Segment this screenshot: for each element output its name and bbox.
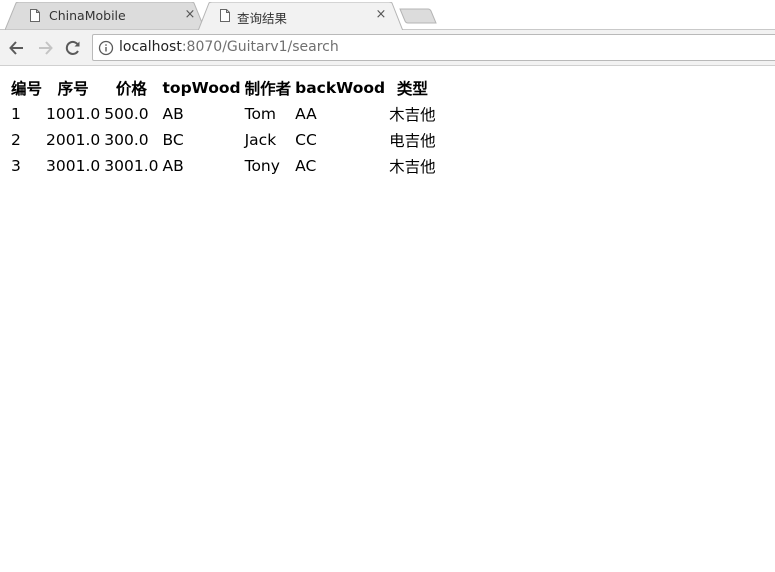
address-bar[interactable]: localhost:8070/Guitarv1/search <box>92 34 775 61</box>
page-content: 编号 序号 价格 topWood 制作者 backWood 类型 1 1001.… <box>0 66 439 180</box>
reload-icon[interactable] <box>63 38 83 58</box>
header-price: 价格 <box>115 80 147 98</box>
results-table: 编号 序号 价格 topWood 制作者 backWood 类型 1 1001.… <box>8 74 439 180</box>
tab-chinamobile[interactable]: ChinaMobile × <box>5 2 205 30</box>
cell-type: 木吉他 <box>389 106 436 124</box>
cell-serial: 2001.0 <box>46 131 101 149</box>
header-topwood: topWood <box>162 79 241 97</box>
cell-serial: 3001.0 <box>46 157 101 175</box>
cell-topwood: AB <box>162 157 184 175</box>
cell-builder: Jack <box>244 131 277 149</box>
cell-builder: Tom <box>244 105 277 123</box>
tab-title: 查询结果 <box>237 11 288 26</box>
tab-title: ChinaMobile <box>49 8 126 23</box>
close-icon[interactable]: × <box>183 8 197 22</box>
table-row: 3 3001.0 3001.0 AB Tony AC 木吉他 <box>10 154 437 178</box>
cell-price: 300.0 <box>104 131 149 149</box>
header-builder: 制作者 <box>244 80 292 98</box>
url-text[interactable]: localhost:8070/Guitarv1/search <box>119 39 339 55</box>
cell-builder: Tony <box>244 157 280 175</box>
document-icon <box>220 9 230 22</box>
header-serial: 序号 <box>57 80 89 98</box>
info-icon[interactable] <box>98 40 114 56</box>
cell-topwood: AB <box>162 105 184 123</box>
cell-backwood: AA <box>295 105 317 123</box>
cell-type: 电吉他 <box>389 132 436 150</box>
new-tab-button[interactable] <box>399 8 439 24</box>
header-id: 编号 <box>11 80 43 98</box>
cell-id: 2 <box>11 131 21 149</box>
cell-topwood: BC <box>162 131 184 149</box>
close-icon[interactable]: × <box>374 8 388 22</box>
tab-search-results[interactable]: 查询结果 × <box>198 2 403 31</box>
header-type: 类型 <box>396 80 428 98</box>
document-icon <box>30 9 40 22</box>
back-arrow-icon[interactable] <box>7 38 27 58</box>
table-header-row: 编号 序号 价格 topWood 制作者 backWood 类型 <box>10 76 437 100</box>
cell-price: 3001.0 <box>104 157 159 175</box>
table-row: 2 2001.0 300.0 BC Jack CC 电吉他 <box>10 128 437 152</box>
cell-id: 3 <box>11 157 21 175</box>
cell-backwood: AC <box>295 157 317 175</box>
table-row: 1 1001.0 500.0 AB Tom AA 木吉他 <box>10 102 437 126</box>
url-host: localhost <box>119 39 182 55</box>
cell-type: 木吉他 <box>389 158 436 176</box>
forward-arrow-icon[interactable] <box>35 38 55 58</box>
browser-toolbar: localhost:8070/Guitarv1/search <box>0 30 775 66</box>
cell-backwood: CC <box>295 131 317 149</box>
header-backwood: backWood <box>295 79 386 97</box>
cell-price: 500.0 <box>104 105 149 123</box>
cell-id: 1 <box>11 105 21 123</box>
tab-strip: ChinaMobile × 查询结果 × <box>0 0 775 31</box>
url-path: :8070/Guitarv1/search <box>181 39 339 55</box>
cell-serial: 1001.0 <box>46 105 101 123</box>
